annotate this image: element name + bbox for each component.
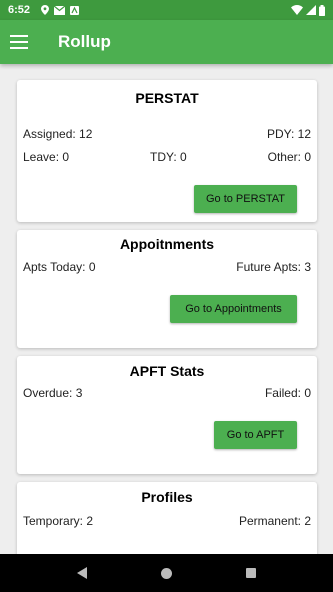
wifi-icon xyxy=(291,5,303,15)
back-icon[interactable] xyxy=(77,567,87,579)
go-to-appointments-button[interactable]: Go to Appointments xyxy=(170,295,297,323)
appointments-card: Appoitnments Apts Today: 0 Future Apts: … xyxy=(17,230,317,348)
profiles-card: Profiles Temporary: 2 Permanent: 2 xyxy=(17,482,317,554)
pdy-count: PDY: 12 xyxy=(266,127,311,141)
other-count: Other: 0 xyxy=(267,150,311,164)
temporary-count: Temporary: 2 xyxy=(23,514,94,528)
recent-apps-icon[interactable] xyxy=(246,568,256,578)
app-bar: Rollup xyxy=(0,20,333,64)
navigation-bar xyxy=(0,554,333,592)
content-area: PERSTAT Assigned: 12 PDY: 12 Leave: 0 TD… xyxy=(0,64,333,554)
appointments-row: Apts Today: 0 Future Apts: 3 xyxy=(23,260,311,274)
status-time: 6:52 xyxy=(8,4,31,16)
perstat-card: PERSTAT Assigned: 12 PDY: 12 Leave: 0 TD… xyxy=(17,80,317,222)
go-to-perstat-button[interactable]: Go to PERSTAT xyxy=(194,185,297,213)
appointments-title: Appoitnments xyxy=(119,236,215,252)
perstat-row-1: Assigned: 12 PDY: 12 xyxy=(23,127,311,141)
overdue-count: Overdue: 3 xyxy=(23,386,83,400)
status-bar: 6:52 xyxy=(0,0,333,20)
assigned-count: Assigned: 12 xyxy=(23,127,93,141)
menu-icon[interactable] xyxy=(10,20,50,64)
app-title: Rollup xyxy=(58,32,111,51)
apft-row: Overdue: 3 Failed: 0 xyxy=(23,386,311,400)
signal-icon xyxy=(306,5,316,15)
profiles-title: Profiles xyxy=(141,489,193,505)
failed-count: Failed: 0 xyxy=(264,386,311,400)
perstat-row-2: Leave: 0 TDY: 0 Other: 0 xyxy=(23,150,311,164)
mail-icon xyxy=(54,5,66,15)
profiles-row: Temporary: 2 Permanent: 2 xyxy=(23,514,311,528)
apft-card: APFT Stats Overdue: 3 Failed: 0 Go to AP… xyxy=(17,356,317,474)
notification-icon xyxy=(70,5,80,15)
home-icon[interactable] xyxy=(161,567,172,579)
location-icon xyxy=(41,5,50,15)
tdy-count: TDY: 0 xyxy=(150,150,187,164)
perstat-title: PERSTAT xyxy=(135,90,199,106)
apts-today-count: Apts Today: 0 xyxy=(23,260,96,274)
go-to-apft-button[interactable]: Go to APFT xyxy=(214,421,297,449)
battery-icon xyxy=(319,4,325,16)
apft-title: APFT Stats xyxy=(129,363,205,379)
permanent-count: Permanent: 2 xyxy=(238,514,311,528)
future-apts-count: Future Apts: 3 xyxy=(236,260,311,274)
leave-count: Leave: 0 xyxy=(23,150,70,164)
